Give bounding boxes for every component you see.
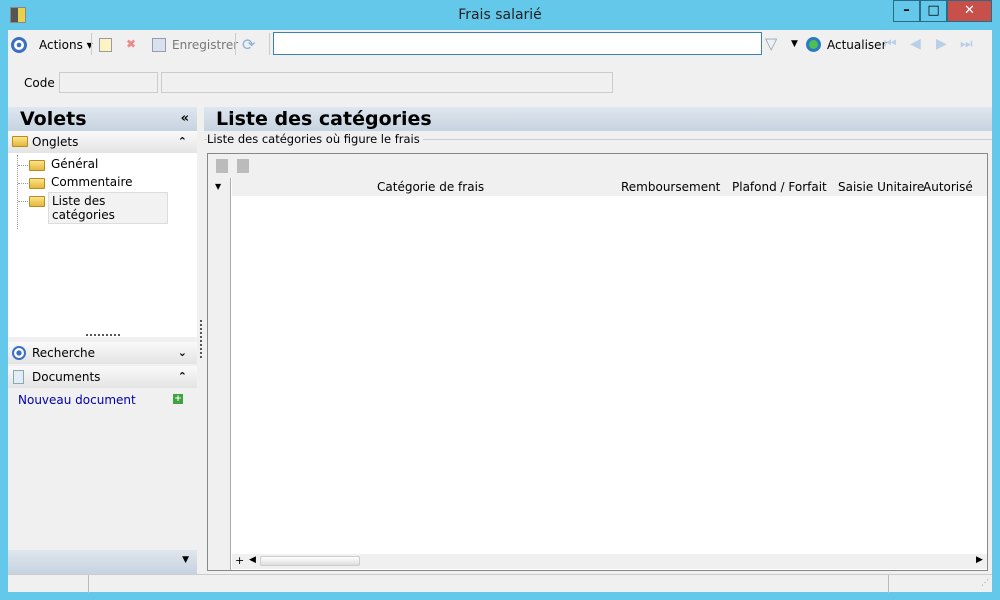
dropdown-icon[interactable]: ▼: [182, 555, 189, 565]
folder-icon: [29, 178, 45, 189]
code-field[interactable]: [59, 72, 158, 93]
folder-icon: [12, 136, 28, 147]
documents-label: Documents: [32, 370, 101, 384]
splitter-handle[interactable]: [86, 334, 120, 336]
sidebar-header: Volets «: [8, 107, 197, 131]
separator: [235, 33, 236, 55]
new-document-link[interactable]: Nouveau document: [18, 393, 136, 407]
close-button[interactable]: ✕: [947, 0, 992, 22]
grid-new-icon[interactable]: [216, 159, 228, 173]
target-icon[interactable]: [11, 37, 27, 53]
tree-item-commentaire[interactable]: Commentaire: [18, 174, 168, 192]
actions-label: Actions: [39, 38, 83, 52]
maximize-button[interactable]: □: [920, 0, 947, 22]
scroll-right-icon[interactable]: ▶: [976, 555, 983, 565]
window-title: Frais salarié: [458, 7, 542, 23]
open-folder-icon: [29, 196, 45, 207]
tree-item-label: Commentaire: [51, 175, 133, 189]
last-record-icon[interactable]: ⏭: [960, 36, 973, 52]
actions-menu[interactable]: Actions ▾: [39, 38, 93, 52]
status-divider: [888, 575, 889, 593]
grid-header: Catégorie de frais Remboursement Plafond…: [232, 178, 987, 196]
status-bar: ⋰: [8, 574, 992, 593]
window-client: Actions ▾ ✖ Enregistrer ⟳ ▽ ▼ Actualiser…: [8, 30, 992, 593]
tree-item-label: Général: [51, 157, 99, 171]
add-row-icon[interactable]: +: [235, 554, 244, 567]
recherche-label: Recherche: [32, 346, 96, 360]
scroll-left-icon[interactable]: ◀: [249, 555, 256, 565]
grid-edit-icon[interactable]: [237, 159, 249, 173]
tree-item-label: Liste des catégories: [48, 192, 168, 224]
grid: ▼ Catégorie de frais Remboursement Plafo…: [207, 153, 988, 571]
documents-header[interactable]: Documents ⌃: [8, 366, 197, 388]
save-button[interactable]: Enregistrer: [172, 38, 238, 52]
group-label: Liste des catégories où figure le frais: [207, 132, 423, 146]
collapse-sidebar-icon[interactable]: «: [181, 107, 189, 131]
onglets-label: Onglets: [32, 135, 79, 149]
expand-icon[interactable]: ⌄: [178, 342, 187, 364]
collapse-icon[interactable]: ⌃: [178, 131, 187, 153]
recherche-header[interactable]: Recherche ⌄: [8, 342, 197, 364]
filter-icon[interactable]: ▽: [765, 34, 777, 53]
grid-toolbar: [208, 154, 987, 178]
new-icon[interactable]: [99, 38, 112, 52]
document-icon: [13, 370, 24, 384]
column-header[interactable]: Plafond / Forfait: [732, 178, 827, 196]
name-field[interactable]: [161, 72, 613, 93]
refresh-button[interactable]: Actualiser: [827, 38, 887, 52]
resize-grip-icon[interactable]: ⋰: [981, 578, 989, 587]
folder-icon: [29, 160, 45, 171]
sidebar-title: Volets: [20, 108, 87, 130]
save-icon[interactable]: [152, 38, 166, 52]
code-label: Code :: [24, 76, 63, 90]
collapse-icon[interactable]: ⌃: [178, 366, 187, 388]
minimize-button[interactable]: –: [893, 0, 920, 22]
onglets-header[interactable]: Onglets ⌃: [8, 131, 197, 153]
separator: [91, 33, 92, 55]
first-record-icon[interactable]: ⏮: [884, 36, 897, 52]
next-record-icon[interactable]: ▶: [936, 36, 947, 52]
previous-record-icon[interactable]: ◀: [910, 36, 921, 52]
column-header[interactable]: Catégorie de frais: [377, 178, 484, 196]
target-icon: [12, 346, 26, 360]
scroll-thumb[interactable]: [260, 556, 360, 566]
sidebar-footer: ▼: [8, 550, 197, 574]
tree-item-general[interactable]: Général: [18, 156, 168, 174]
separator: [269, 33, 270, 55]
add-document-icon[interactable]: +: [173, 394, 183, 404]
column-header[interactable]: Autorisé: [923, 178, 973, 196]
horizontal-scrollbar[interactable]: + ◀ ▶: [232, 554, 987, 569]
refresh-icon[interactable]: [806, 37, 821, 52]
filter-dropdown-icon[interactable]: ▼: [791, 39, 798, 49]
column-chooser-icon[interactable]: ▼: [215, 182, 221, 191]
main-header: Liste des catégories: [204, 107, 992, 131]
row-header-column: ▼: [208, 178, 231, 570]
onglets-panel: Onglets ⌃ Général Commentaire Liste des …: [8, 131, 197, 337]
title-bar: Frais salarié – □ ✕: [0, 0, 1000, 30]
status-divider: [88, 575, 89, 593]
search-input[interactable]: [273, 32, 762, 55]
tree-item-liste-categories[interactable]: Liste des catégories: [18, 192, 168, 224]
delete-icon[interactable]: ✖: [126, 37, 136, 51]
vertical-splitter[interactable]: [200, 320, 202, 358]
column-header[interactable]: Saisie Unitaire: [838, 178, 924, 196]
sync-icon[interactable]: ⟳: [242, 35, 255, 54]
column-header[interactable]: Remboursement: [621, 178, 720, 196]
